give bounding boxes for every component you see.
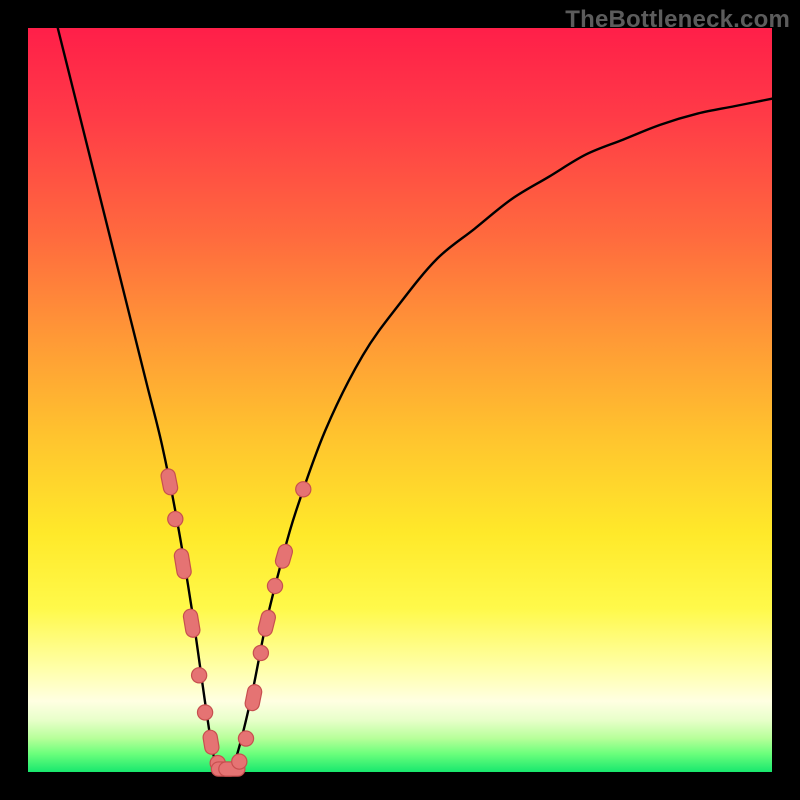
marker-pill	[265, 617, 268, 629]
marker-dot	[254, 646, 268, 660]
marker-dot	[198, 705, 212, 719]
marker-dot	[268, 579, 282, 593]
curve-layer	[28, 28, 772, 772]
marker-pill	[168, 476, 170, 488]
marker-pill	[252, 692, 254, 704]
marker-pill	[283, 551, 286, 561]
marker-dot	[232, 755, 246, 769]
marker-dot	[239, 732, 253, 746]
marker-dot	[296, 482, 310, 496]
bottleneck-curve	[58, 28, 772, 774]
marker-dot	[168, 512, 182, 526]
marker-dot	[192, 668, 206, 682]
marker-pill	[181, 556, 184, 572]
marker-pill	[210, 737, 212, 747]
watermark-text: TheBottleneck.com	[565, 6, 790, 34]
marker-pill	[191, 616, 193, 630]
chart-frame: TheBottleneck.com	[0, 0, 800, 800]
plot-area	[28, 28, 772, 772]
